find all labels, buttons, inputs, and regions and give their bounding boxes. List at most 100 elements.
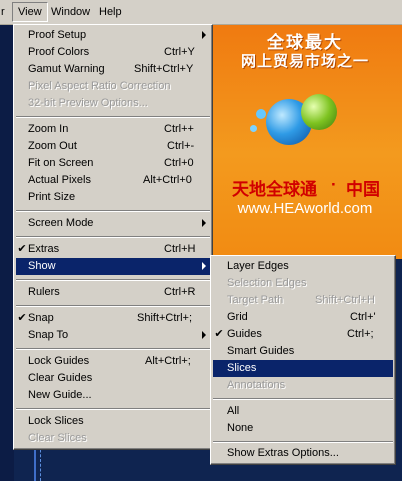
menu-item-print-size[interactable]: Print Size [16,189,210,206]
menu-item-grid[interactable]: Grid Ctrl+' [213,309,393,326]
guides-label: Guides [227,328,262,340]
snap-shortcut: Shift+Ctrl+; [137,312,193,324]
menu-separator [16,210,210,212]
banner-brand-country: 中国 [346,180,380,199]
proof-colors-label: Proof Colors [28,46,90,58]
menu-item-slices[interactable]: Slices [213,360,393,377]
menu-item-show-extras-options[interactable]: Show Extras Options... [213,445,393,462]
submenu-arrow-icon [202,31,206,39]
actual-pixels-shortcut: Alt+Ctrl+0 [143,174,192,186]
proof-colors-shortcut: Ctrl+Y [164,46,195,58]
globe-small-dot-icon [256,109,266,119]
menu-item-snap[interactable]: ✔ Snap Shift+Ctrl+; [16,310,210,327]
menu-item-snap-to[interactable]: Snap To [16,327,210,344]
menu-item-zoom-out[interactable]: Zoom Out Ctrl+- [16,138,210,155]
selection-edges-label: Selection Edges [227,277,307,289]
menu-separator [16,236,210,238]
gamut-warning-label: Gamut Warning [28,63,105,75]
menu-separator [16,348,210,350]
smart-guides-label: Smart Guides [227,345,295,357]
menu-separator [213,441,393,443]
actual-pixels-label: Actual Pixels [28,174,91,186]
menu-item-none[interactable]: None [213,420,393,437]
menu-item-32bit-preview: 32-bit Preview Options... [16,95,210,112]
guides-shortcut: Ctrl+; [347,328,374,340]
submenu-arrow-icon [202,262,206,270]
clear-slices-label: Clear Slices [28,432,87,444]
clear-guides-label: Clear Guides [28,372,93,384]
zoom-out-shortcut: Ctrl+- [167,140,195,152]
menu-bar: r View Window Help [0,0,402,25]
banner-brand-separator: · [331,175,337,194]
globe-tiny-dot-icon [250,125,257,132]
extras-label: Extras [28,243,60,255]
extras-shortcut: Ctrl+H [164,243,196,255]
grid-label: Grid [227,311,248,323]
target-path-label: Target Path [227,294,284,306]
menu-item-zoom-in[interactable]: Zoom In Ctrl++ [16,121,210,138]
snap-label: Snap [28,312,54,324]
menu-item-clear-slices: Clear Slices [16,430,210,447]
menu-item-gamut-warning[interactable]: Gamut Warning Shift+Ctrl+Y [16,61,210,78]
menu-item-all[interactable]: All [213,403,393,420]
zoom-in-shortcut: Ctrl++ [164,123,194,135]
fit-on-screen-label: Fit on Screen [28,157,94,169]
slices-label: Slices [227,362,257,374]
fit-on-screen-shortcut: Ctrl+0 [164,157,194,169]
green-globe-icon [301,94,337,130]
ad-banner: 全球最大 网上贸易市场之一 天地全球通 · 中国 www.HEAworld.co… [208,24,402,259]
menu-item-proof-setup[interactable]: Proof Setup [16,27,210,44]
checkmark-icon: ✔ [17,312,27,324]
zoom-out-label: Zoom Out [28,140,77,152]
menu-item-layer-edges[interactable]: Layer Edges [213,258,393,275]
banner-url: www.HEAworld.com [237,200,373,217]
menu-window[interactable]: Window [46,2,95,22]
menu-item-actual-pixels[interactable]: Actual Pixels Alt+Ctrl+0 [16,172,210,189]
banner-brand-name: 天地全球通 [232,180,317,199]
target-path-shortcut: Shift+Ctrl+H [315,294,375,306]
menu-help[interactable]: Help [94,2,127,22]
show-submenu: Layer Edges Selection Edges Target Path … [210,255,396,465]
menu-item-guides[interactable]: ✔ Guides Ctrl+; [213,326,393,343]
zoom-in-label: Zoom In [28,123,69,135]
menu-partial-item[interactable]: r [0,2,10,22]
gamut-warning-shortcut: Shift+Ctrl+Y [134,63,194,75]
menu-item-lock-slices[interactable]: Lock Slices [16,413,210,430]
preview-32-label: 32-bit Preview Options... [28,97,148,109]
menu-item-rulers[interactable]: Rulers Ctrl+R [16,284,210,301]
view-menu: Proof Setup Proof Colors Ctrl+Y Gamut Wa… [13,24,213,450]
menu-item-target-path: Target Path Shift+Ctrl+H [213,292,393,309]
menu-item-show[interactable]: Show [16,258,210,275]
menu-item-extras[interactable]: ✔ Extras Ctrl+H [16,241,210,258]
print-size-label: Print Size [28,191,76,203]
layer-edges-label: Layer Edges [227,260,289,272]
banner-slogan-line2: 网上贸易市场之一 [240,53,369,70]
menu-item-smart-guides[interactable]: Smart Guides [213,343,393,360]
checkmark-icon: ✔ [17,243,27,255]
menu-item-new-guide[interactable]: New Guide... [16,387,210,404]
pixel-aspect-label: Pixel Aspect Ratio Correction [28,80,171,92]
new-guide-label: New Guide... [28,389,92,401]
rulers-shortcut: Ctrl+R [164,286,196,298]
menu-separator [16,408,210,410]
checkmark-icon: ✔ [214,328,224,340]
lock-slices-label: Lock Slices [28,415,84,427]
menu-item-pixel-aspect: Pixel Aspect Ratio Correction [16,78,210,95]
grid-shortcut: Ctrl+' [350,311,376,323]
menu-item-clear-guides[interactable]: Clear Guides [16,370,210,387]
show-label: Show [28,260,56,272]
none-label: None [227,422,254,434]
submenu-arrow-icon [202,219,206,227]
menu-separator [213,398,393,400]
menu-separator [16,116,210,118]
menu-item-proof-colors[interactable]: Proof Colors Ctrl+Y [16,44,210,61]
menu-view[interactable]: View [12,2,48,22]
menu-item-screen-mode[interactable]: Screen Mode [16,215,210,232]
submenu-arrow-icon [202,331,206,339]
show-extras-options-label: Show Extras Options... [227,447,339,459]
snap-to-label: Snap To [28,329,69,341]
canvas-left-edge [0,24,14,481]
menu-item-lock-guides[interactable]: Lock Guides Alt+Ctrl+; [16,353,210,370]
menu-item-selection-edges: Selection Edges [213,275,393,292]
menu-item-fit-on-screen[interactable]: Fit on Screen Ctrl+0 [16,155,210,172]
